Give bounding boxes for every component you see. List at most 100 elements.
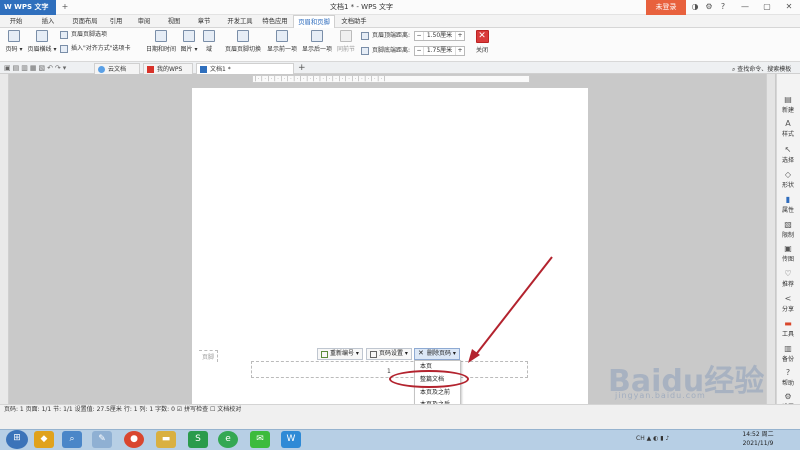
system-clock[interactable]: 14:52 周二 2021/11/9 [738, 430, 778, 448]
close-header-footer-button[interactable]: ✕ 关闭 [473, 30, 491, 60]
page-number-field: 1 [387, 368, 391, 375]
toolbox-icon: ▬ [784, 319, 792, 328]
properties-icon: ▮ [785, 195, 791, 204]
tab-view[interactable]: 视图 [164, 15, 184, 28]
minimize-icon[interactable]: — [740, 2, 750, 12]
panel-style[interactable]: A 样式 [776, 119, 800, 138]
help-circle-icon: ? [785, 368, 791, 377]
header-top-distance-stepper[interactable]: −1.50厘米 + [414, 31, 465, 41]
restrict-icon: ▧ [784, 220, 792, 229]
tab-home[interactable]: 开始 [4, 15, 28, 28]
show-previous-icon [276, 30, 288, 42]
skin-icon[interactable]: ◑ [690, 2, 700, 12]
app-menu-button[interactable]: W WPS 文字 [0, 0, 56, 15]
close-icon[interactable]: ✕ [784, 2, 794, 12]
increment-icon[interactable]: + [455, 32, 464, 40]
folder-icon[interactable]: ▬ [156, 431, 176, 448]
footer-bottom-distance-stepper[interactable]: −1.75厘米 + [414, 46, 465, 56]
search-command-input[interactable]: ⌕ 查找命令、搜索模板 [732, 64, 791, 74]
footer-bottom-distance-label: 页脚底端距离: [361, 46, 410, 56]
tab-header-footer[interactable]: 页眉和页脚 [293, 15, 335, 28]
field-button[interactable]: 域 [202, 30, 216, 60]
calendar-icon [155, 30, 167, 42]
tab-chapter[interactable]: 章节 [194, 15, 214, 28]
doc-tab-my-wps[interactable]: 我的WPS [143, 63, 193, 74]
maximize-icon[interactable]: ▢ [762, 2, 772, 12]
options-icon [60, 31, 68, 39]
panel-shape[interactable]: ◇ 形状 [776, 170, 800, 189]
panel-tools[interactable]: ▬ 工具 [776, 319, 800, 338]
taskbar-search-icon[interactable]: ⌕ [62, 431, 82, 448]
delete-x-icon: ✕ [418, 349, 424, 357]
panel-select[interactable]: ↖ 选择 [776, 145, 800, 164]
annotation-arrow [468, 256, 553, 363]
delete-page-number-button[interactable]: ✕ 删除页码 ▾ [414, 348, 460, 360]
tab-insert[interactable]: 插入 [36, 15, 60, 28]
tab-references[interactable]: 引用 [106, 15, 126, 28]
new-tab-icon[interactable]: + [298, 63, 306, 73]
wechat-icon[interactable]: ✉ [250, 431, 270, 448]
window-title: 文档1 * - WPS 文字 [330, 3, 393, 11]
decrement-icon[interactable]: − [415, 32, 424, 40]
show-previous-button[interactable]: 显示前一项 [265, 30, 299, 60]
page-number-button[interactable]: 页码 ▾ [3, 30, 25, 60]
header-line-button[interactable]: 页眉横线 ▾ [26, 30, 58, 60]
panel-backup[interactable]: ▥ 备份 [776, 344, 800, 363]
insert-align-tab-button[interactable]: 插入"对齐方式"选项卡 [60, 44, 131, 54]
same-previous-icon [340, 30, 352, 42]
field-icon [203, 30, 215, 42]
tab-review[interactable]: 审阅 [134, 15, 154, 28]
browser-icon[interactable]: e [218, 431, 238, 448]
gear-icon: ⚙ [784, 392, 792, 401]
taskbar-app-icon[interactable]: ◆ [34, 431, 54, 448]
system-tray[interactable]: CH ▲ ◐ ▮ ♪ [636, 435, 669, 442]
picture-icon [183, 30, 195, 42]
new-doc-icon[interactable]: + [60, 2, 70, 12]
doc-tab-cloud[interactable]: 云文档 [94, 63, 140, 74]
share-icon: < [784, 294, 792, 303]
select-icon: ↖ [784, 145, 792, 154]
start-button[interactable]: ⊞ [6, 430, 28, 449]
new-icon: ▤ [784, 95, 792, 104]
picture-button[interactable]: 图片 ▾ [179, 30, 199, 60]
quick-access-toolbar[interactable]: ▣▤▥▦▧↶↷▾ [4, 64, 68, 72]
wps-writer-icon[interactable]: W [281, 431, 301, 448]
tab-developer[interactable]: 开发工具 [223, 15, 257, 28]
increment-icon[interactable]: + [455, 47, 464, 55]
header-distance-icon [361, 32, 369, 40]
panel-restrict[interactable]: ▧ 限制 [776, 220, 800, 239]
tab-special[interactable]: 特色应用 [258, 15, 292, 28]
panel-help[interactable]: ? 帮助 [776, 368, 800, 387]
header-line-icon [36, 30, 48, 42]
login-button[interactable]: 未登录 [646, 0, 686, 15]
tab-doc-assistant[interactable]: 文档助手 [338, 15, 370, 28]
panel-share[interactable]: < 分享 [776, 294, 800, 313]
header-footer-options-button[interactable]: 页眉页脚选项 [60, 30, 107, 40]
datetime-button[interactable]: 日期和时间 [145, 30, 177, 60]
show-next-button[interactable]: 显示后一项 [300, 30, 334, 60]
page-number-settings-button[interactable]: 页码设置 ▾ [366, 348, 412, 360]
panel-upload-image[interactable]: ▣ 传图 [776, 244, 800, 263]
taskbar-pen-icon[interactable]: ✎ [92, 431, 112, 448]
footer-distance-icon [361, 47, 369, 55]
renumber-button[interactable]: 重新编号 ▾ [317, 348, 363, 360]
menu-item-this-and-before[interactable]: 本页及之前 [415, 387, 460, 398]
panel-properties[interactable]: ▮ 属性 [776, 195, 800, 214]
help-icon[interactable]: ? [718, 2, 728, 12]
panel-new[interactable]: ▤ 新建 [776, 95, 800, 114]
search-icon: ⌕ [732, 66, 736, 73]
vertical-scrollbar[interactable] [766, 74, 775, 404]
same-as-previous-button[interactable]: 同前节 [336, 30, 356, 60]
header-footer-switch-button[interactable]: 页眉页脚切换 [222, 30, 264, 60]
tab-page-layout[interactable]: 页面布局 [68, 15, 102, 28]
decrement-icon[interactable]: − [415, 47, 424, 55]
wps-sheet-icon[interactable]: S [188, 431, 208, 448]
doc-tab-document1[interactable]: 文档1 * [196, 63, 294, 74]
settings-icon[interactable]: ⚙ [704, 2, 714, 12]
chrome-icon[interactable]: ● [124, 431, 144, 448]
page-settings-icon [370, 351, 377, 358]
status-text: 页码: 1 页面: 1/1 节: 1/1 设置值: 27.5厘米 行: 1 列:… [4, 406, 242, 413]
close-x-icon: ✕ [475, 30, 489, 43]
panel-recommend[interactable]: ♡ 推荐 [776, 269, 800, 288]
page-number-icon [8, 30, 20, 42]
